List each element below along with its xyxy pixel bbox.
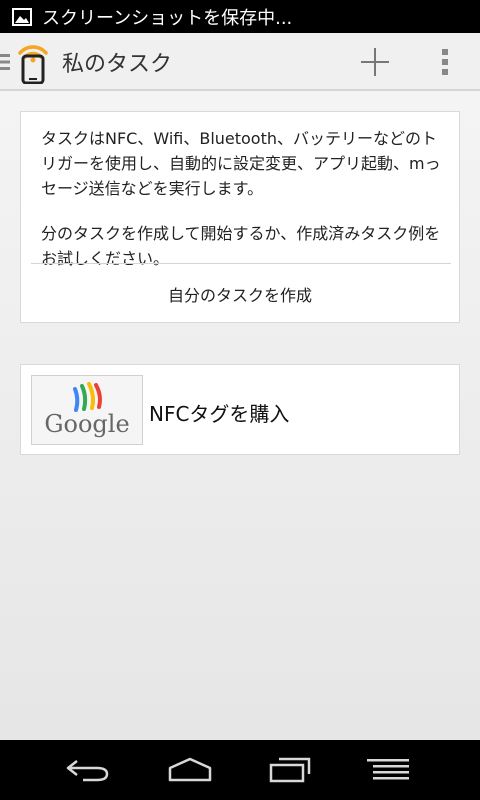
overflow-menu-icon bbox=[442, 49, 448, 75]
content-area: タスクはNFC、Wifi、Bluetooth、バッテリーなどのトリガーを使用し、… bbox=[0, 91, 480, 740]
home-icon bbox=[168, 757, 212, 782]
image-icon bbox=[12, 7, 32, 26]
add-task-button[interactable] bbox=[352, 39, 398, 85]
action-bar: 私のタスク bbox=[0, 33, 480, 91]
status-notification-text: スクリーンショットを保存中... bbox=[42, 7, 293, 29]
menu-icon bbox=[367, 759, 409, 780]
nfc-phone-icon[interactable] bbox=[16, 40, 50, 85]
buy-nfc-tag-card[interactable]: Google NFCタグを購入 bbox=[20, 364, 460, 455]
plus-icon bbox=[361, 48, 389, 76]
navigation-bar bbox=[0, 740, 480, 800]
google-logo-text: Google bbox=[44, 410, 130, 438]
menu-button[interactable] bbox=[358, 750, 418, 790]
status-bar: スクリーンショットを保存中... bbox=[0, 0, 480, 33]
create-task-button[interactable]: 自分のタスクを作成 bbox=[21, 264, 459, 323]
overflow-menu-button[interactable] bbox=[426, 39, 464, 85]
recents-button[interactable] bbox=[260, 750, 320, 790]
recents-icon bbox=[269, 757, 311, 783]
google-wallet-icon bbox=[73, 382, 102, 412]
home-button[interactable] bbox=[160, 750, 220, 790]
page-title: 私のタスク bbox=[62, 52, 173, 77]
intro-description-1: タスクはNFC、Wifi、Bluetooth、バッテリーなどのトリガーを使用し、… bbox=[41, 129, 441, 198]
intro-card: タスクはNFC、Wifi、Bluetooth、バッテリーなどのトリガーを使用し、… bbox=[20, 111, 460, 323]
back-button[interactable] bbox=[58, 750, 118, 790]
buy-nfc-tag-label: NFCタグを購入 bbox=[149, 402, 290, 426]
google-logo: Google bbox=[31, 375, 143, 445]
back-icon bbox=[66, 760, 109, 782]
drawer-indicator-icon[interactable] bbox=[0, 53, 10, 71]
